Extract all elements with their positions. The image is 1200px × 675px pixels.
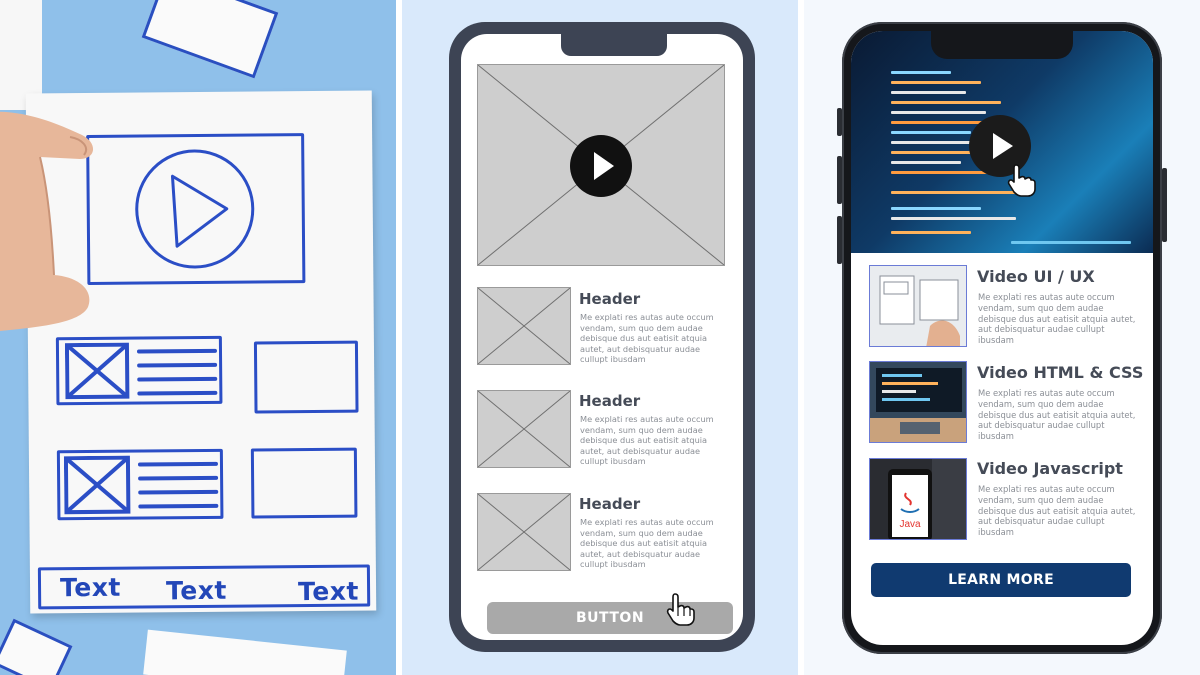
hand-cursor-icon — [666, 593, 695, 626]
video-thumbnail[interactable] — [869, 361, 967, 443]
sketch-photo-panel: Text Text Text — [0, 0, 396, 675]
sketch-text-line — [138, 489, 219, 495]
sketch-text-line — [137, 461, 218, 467]
video-description: Me explati res autas aute occum vendam, … — [978, 292, 1136, 346]
sketch-image-placeholder — [56, 448, 224, 521]
paper-scrap — [141, 0, 279, 79]
image-placeholder — [477, 287, 571, 365]
app-phone-screen: Video UI / UX Me explati res autas aute … — [851, 31, 1153, 645]
learn-more-button[interactable]: LEARN MORE — [871, 563, 1131, 597]
item-header: Header — [579, 392, 641, 410]
wireframe-phone-frame: Header Me explati res autas aute occum v… — [449, 22, 755, 652]
video-title[interactable]: Video HTML & CSS — [977, 363, 1143, 382]
sketch-text-line — [136, 348, 218, 354]
paper-scrap — [0, 618, 73, 675]
sketch-text-line — [138, 475, 219, 481]
item-description: Me explati res autas aute occum vendam, … — [580, 312, 714, 365]
java-logo-text: Java — [899, 519, 921, 530]
sketch-footer-text: Text — [59, 572, 121, 603]
app-phone-frame: Video UI / UX Me explati res autas aute … — [842, 22, 1162, 654]
video-description: Me explati res autas aute occum vendam, … — [978, 388, 1136, 442]
image-placeholder — [477, 390, 571, 468]
sketch-box — [253, 340, 359, 414]
sketch-text-line — [137, 376, 218, 382]
item-description: Me explati res autas aute occum vendam, … — [580, 517, 714, 570]
wireframe-button[interactable]: BUTTON — [487, 602, 733, 634]
wireframe-phone-screen: Header Me explati res autas aute occum v… — [461, 34, 743, 640]
image-placeholder — [477, 493, 571, 571]
sketch-text-line — [137, 390, 218, 396]
code-video-hero[interactable] — [851, 31, 1153, 253]
sketch-text-line — [137, 362, 218, 368]
app-phone-panel: Video UI / UX Me explati res autas aute … — [804, 0, 1200, 675]
item-header: Header — [579, 290, 641, 308]
hand-illustration — [0, 111, 93, 331]
video-thumbnail[interactable] — [869, 265, 967, 347]
video-thumbnail[interactable]: Java — [869, 458, 967, 540]
sketch-box — [250, 447, 358, 519]
phone-side-button — [1162, 168, 1167, 242]
item-description: Me explati res autas aute occum vendam, … — [580, 414, 714, 467]
item-header: Header — [579, 495, 641, 513]
phone-notch — [561, 34, 667, 56]
video-placeholder[interactable] — [477, 64, 725, 266]
wireframe-phone-panel: Header Me explati res autas aute occum v… — [402, 0, 798, 675]
video-title[interactable]: Video UI / UX — [977, 267, 1095, 286]
phone-notch — [931, 31, 1073, 59]
sketch-footer-text: Text — [297, 576, 359, 607]
sketch-text-line — [138, 503, 219, 509]
hand-cursor-icon — [1007, 164, 1036, 197]
sketch-image-placeholder — [55, 335, 223, 406]
video-description: Me explati res autas aute occum vendam, … — [978, 484, 1136, 538]
play-icon[interactable] — [570, 135, 632, 197]
video-title[interactable]: Video Javascript — [977, 459, 1123, 478]
paper-scrap — [143, 629, 347, 675]
sketch-footer-text: Text — [165, 575, 227, 606]
